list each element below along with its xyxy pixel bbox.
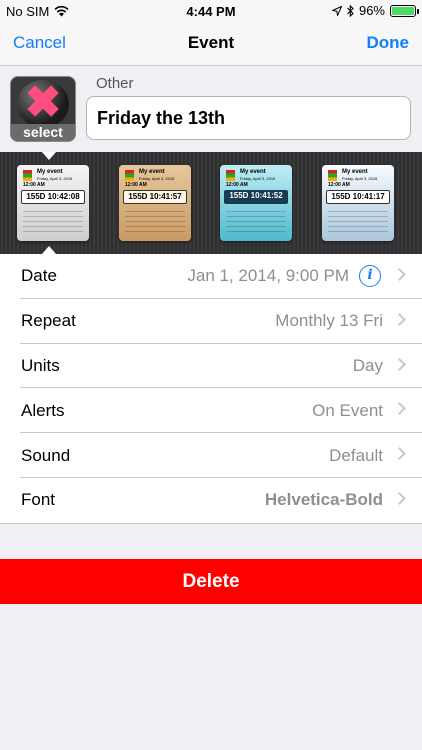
chevron-right-icon bbox=[393, 402, 406, 416]
settings-row-alerts[interactable]: Alerts On Event bbox=[0, 388, 422, 434]
theme-detail-rows bbox=[125, 211, 185, 233]
theme-sky[interactable]: My event Friday, April 3, 2015 12:00 AM … bbox=[220, 165, 292, 241]
theme-time: 12:00 AM bbox=[226, 182, 248, 188]
row-label: Date bbox=[21, 266, 57, 286]
row-value: Monthly 13 Fri bbox=[275, 311, 383, 331]
settings-row-font[interactable]: Font Helvetica-Bold bbox=[0, 478, 422, 523]
page-title: Event bbox=[187, 33, 235, 52]
chevron-right-icon bbox=[393, 268, 406, 281]
flag-icon bbox=[125, 170, 134, 181]
theme-title: My event bbox=[139, 169, 165, 175]
pink-x-icon: ✖ bbox=[24, 78, 62, 127]
theme-detail-rows bbox=[226, 211, 286, 233]
done-button[interactable]: Done bbox=[367, 33, 410, 53]
theme-title: My event bbox=[240, 169, 266, 175]
bluetooth-icon bbox=[347, 4, 354, 17]
settings-row-sound[interactable]: Sound Default bbox=[0, 433, 422, 478]
settings-row-date[interactable]: Date Jan 1, 2014, 9:00 PM i bbox=[0, 254, 422, 299]
flag-icon bbox=[23, 170, 32, 181]
theme-glass[interactable]: My event Friday, April 3, 2015 12:00 AM … bbox=[322, 165, 394, 241]
theme-subtitle: Friday, April 3, 2015 bbox=[139, 176, 175, 181]
event-name-input[interactable] bbox=[86, 96, 411, 140]
theme-detail-rows bbox=[328, 211, 388, 233]
selection-indicator-bottom bbox=[42, 246, 56, 254]
battery-fill bbox=[392, 6, 414, 15]
event-header: ✖ select Other bbox=[0, 66, 422, 152]
flag-icon bbox=[226, 170, 235, 181]
theme-wood[interactable]: My event Friday, April 3, 2015 12:00 AM … bbox=[119, 165, 191, 241]
info-icon[interactable]: i bbox=[359, 265, 381, 287]
theme-countdown: 155D 10:41:57 bbox=[123, 190, 187, 204]
theme-picker[interactable]: My event Friday, April 3, 2015 12:00 AM … bbox=[0, 152, 422, 254]
flag-icon bbox=[328, 170, 337, 181]
row-value: Day bbox=[352, 355, 383, 375]
status-bar: No SIM 4:44 PM 96% bbox=[0, 0, 422, 22]
theme-subtitle: Friday, April 3, 2015 bbox=[240, 176, 276, 181]
navigation-bar: Cancel Event Done bbox=[0, 22, 422, 66]
theme-countdown: 155D 10:41:17 bbox=[326, 190, 390, 204]
theme-subtitle: Friday, April 3, 2015 bbox=[342, 176, 378, 181]
row-label: Sound bbox=[21, 445, 71, 465]
battery-icon bbox=[390, 4, 419, 17]
row-label: Units bbox=[21, 355, 60, 375]
delete-button[interactable]: Delete bbox=[0, 559, 422, 604]
theme-time: 12:00 AM bbox=[328, 182, 350, 188]
selection-indicator-top bbox=[42, 152, 56, 160]
row-value: On Event bbox=[312, 400, 383, 420]
row-label: Alerts bbox=[21, 400, 65, 420]
theme-countdown: 155D 10:42:08 bbox=[21, 190, 85, 204]
theme-title: My event bbox=[37, 169, 63, 175]
status-right: 96% bbox=[331, 3, 419, 18]
row-label: Font bbox=[21, 490, 56, 510]
row-value: Helvetica-Bold bbox=[264, 490, 383, 510]
theme-subtitle: Friday, April 3, 2015 bbox=[37, 176, 73, 181]
theme-silver[interactable]: My event Friday, April 3, 2015 12:00 AM … bbox=[17, 165, 89, 241]
row-value: Jan 1, 2014, 9:00 PM bbox=[187, 266, 349, 286]
chevron-right-icon bbox=[393, 447, 406, 461]
theme-countdown: 155D 10:41:52 bbox=[224, 190, 288, 204]
battery-percent: 96% bbox=[358, 3, 385, 18]
chevron-right-icon bbox=[393, 312, 406, 326]
category-label[interactable]: Other bbox=[96, 75, 134, 92]
theme-title: My event bbox=[342, 169, 368, 175]
settings-row-units[interactable]: Units Day bbox=[0, 344, 422, 389]
location-arrow-icon bbox=[331, 5, 342, 16]
theme-time: 12:00 AM bbox=[23, 182, 45, 188]
chevron-right-icon bbox=[393, 492, 406, 505]
settings-list: Date Jan 1, 2014, 9:00 PM i Repeat Month… bbox=[0, 254, 422, 524]
theme-time: 12:00 AM bbox=[125, 182, 147, 188]
row-value: Default bbox=[329, 445, 383, 465]
chevron-right-icon bbox=[393, 357, 406, 371]
settings-row-repeat[interactable]: Repeat Monthly 13 Fri bbox=[0, 299, 422, 344]
theme-detail-rows bbox=[23, 211, 83, 233]
row-label: Repeat bbox=[21, 311, 76, 331]
select-label: select bbox=[11, 124, 75, 141]
select-icon-button[interactable]: ✖ select bbox=[10, 76, 76, 142]
